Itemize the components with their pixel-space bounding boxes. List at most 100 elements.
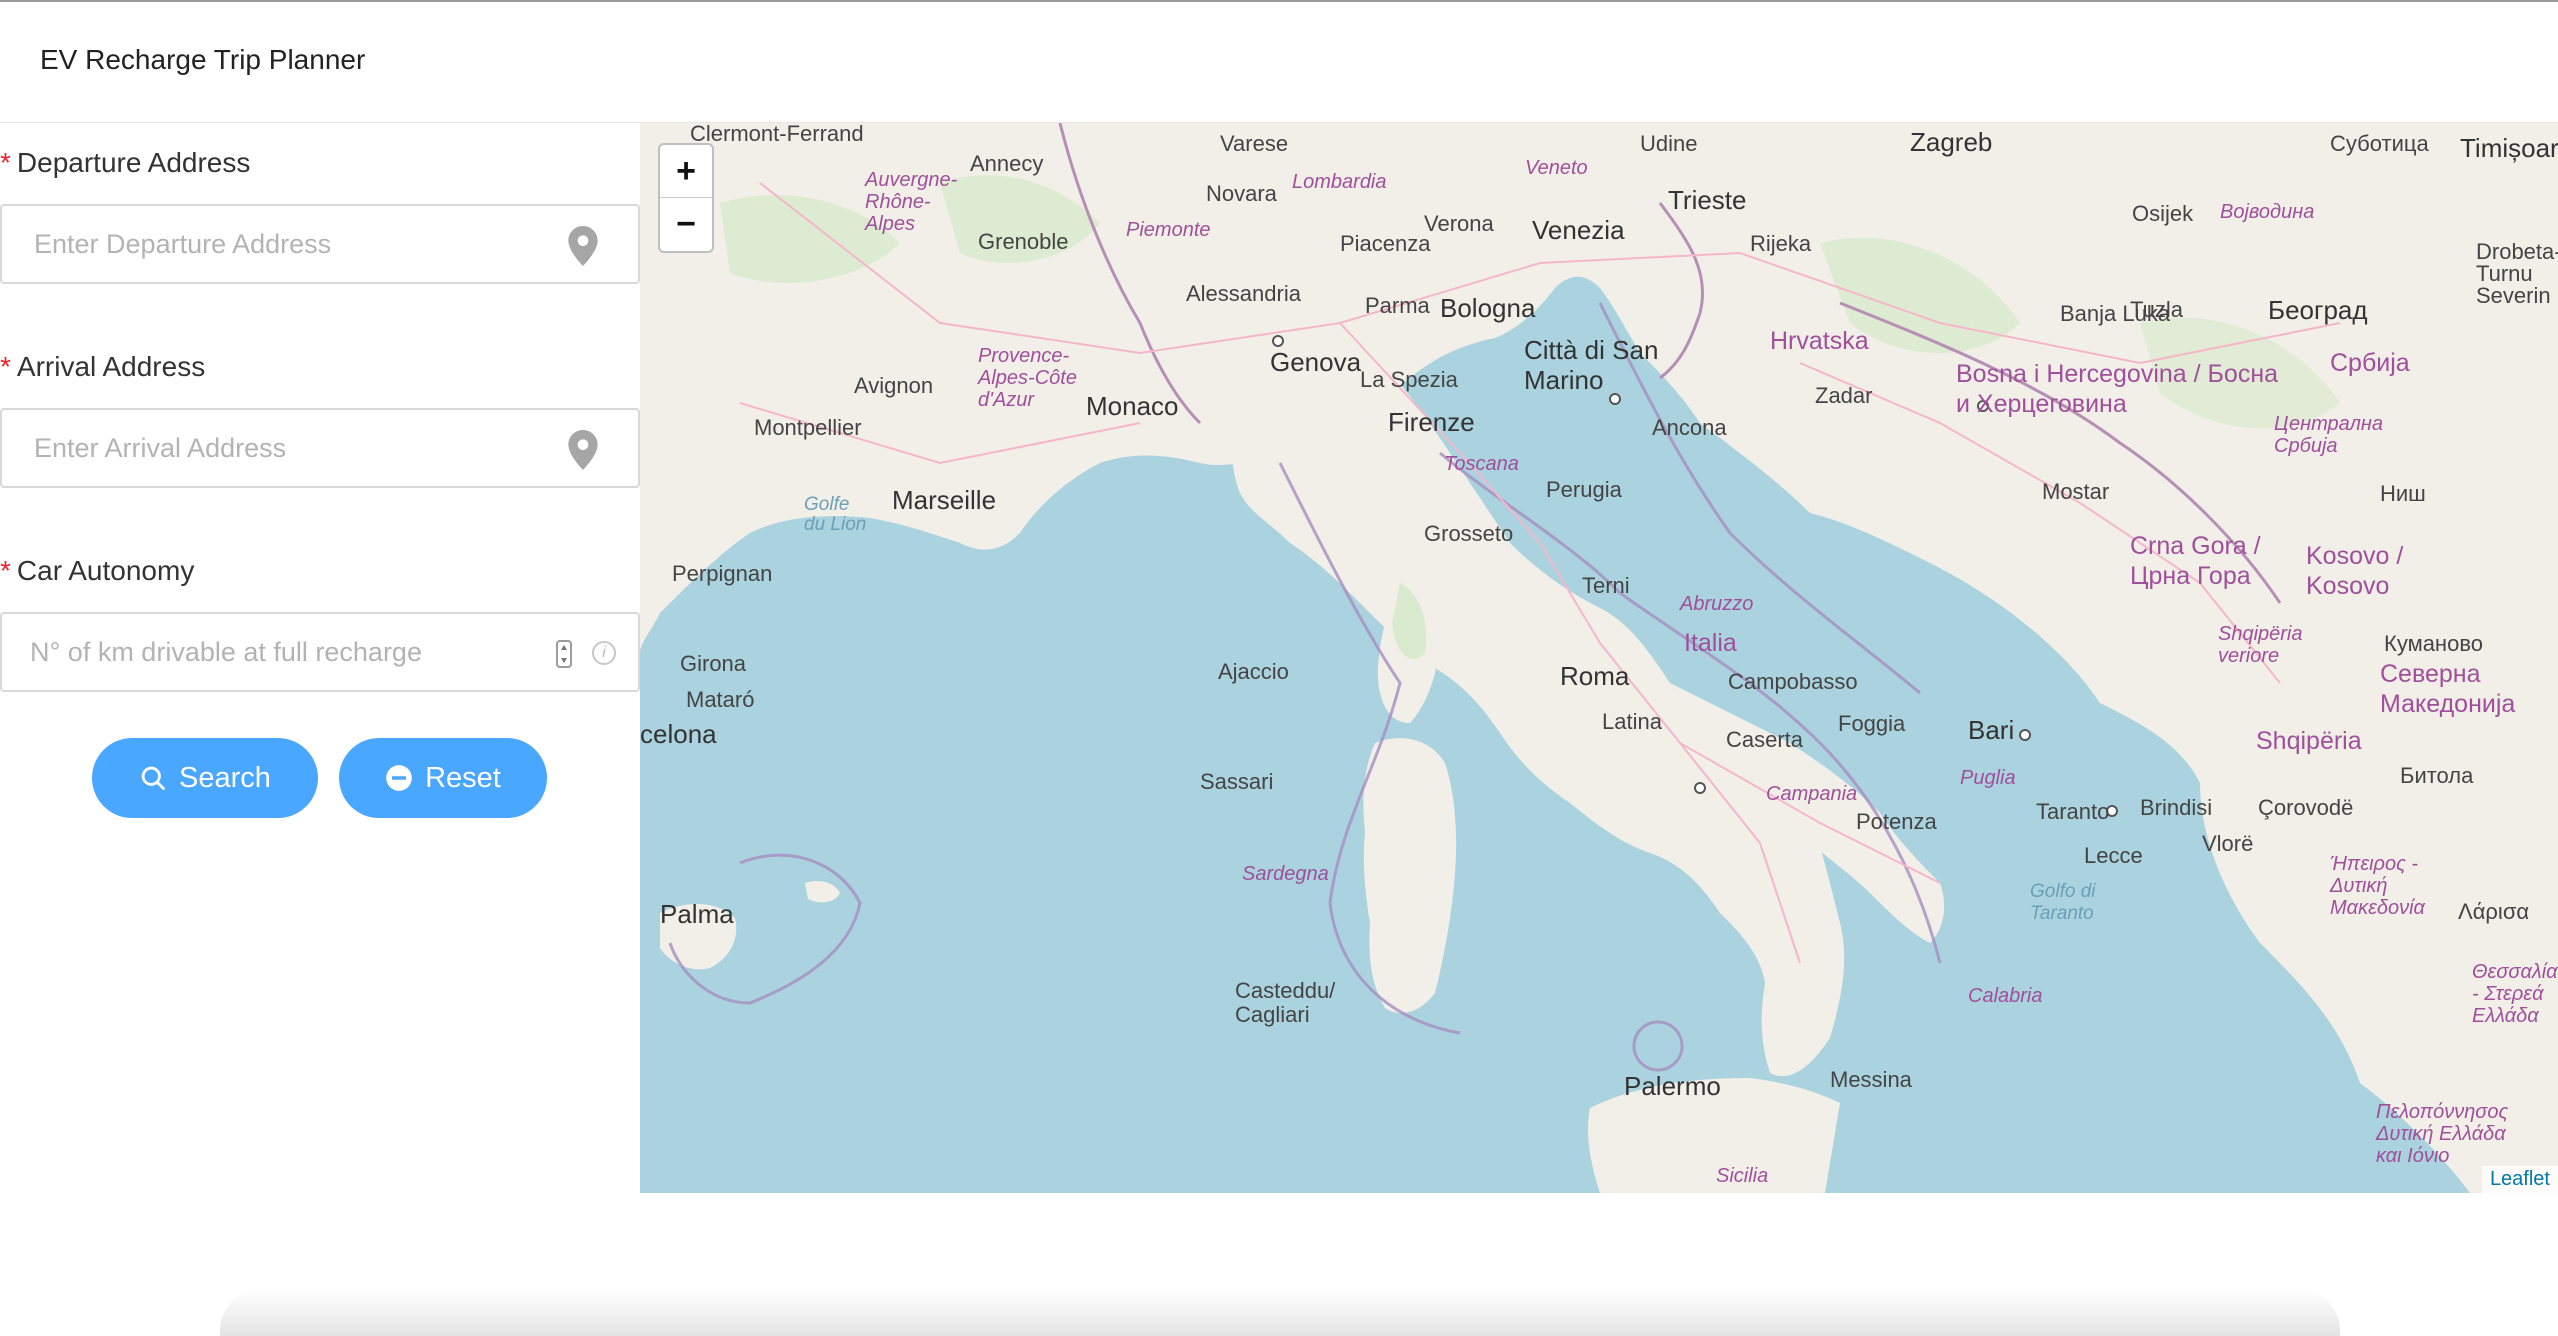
map-label: Drobeta-Turnu Severin <box>2476 239 2558 308</box>
map-label: Θεσσαλία - Στερεά Ελλάδα <box>2472 961 2558 1027</box>
zoom-in-button[interactable]: + <box>660 145 712 198</box>
map-label: Latina <box>1602 709 1662 734</box>
map-label: Hrvatska <box>1770 327 1869 355</box>
arrival-field[interactable] <box>0 408 640 488</box>
required-mark: * <box>0 555 11 586</box>
map-label: Palma <box>660 899 734 929</box>
map-label: Firenze <box>1388 407 1475 437</box>
map-label: Србија <box>2330 349 2410 377</box>
map-label: Куманово <box>2384 631 2483 656</box>
map-label: Shqipëria veriore <box>2218 623 2303 667</box>
map-label: Palermo <box>1624 1071 1721 1101</box>
map-label: Toscana <box>1444 453 1519 475</box>
map-label: Varese <box>1220 131 1289 156</box>
search-button[interactable]: Search <box>92 738 318 818</box>
map-label: Clermont-Ferrand <box>690 123 864 146</box>
map-label: Πελοπόννησος Δυτική Ελλάδα και Ιόνιο <box>2376 1101 2509 1167</box>
map-label: Vlorë <box>2202 831 2254 856</box>
search-button-label: Search <box>179 761 271 794</box>
map-label: Trieste <box>1668 185 1747 215</box>
map-label: Foggia <box>1838 711 1906 736</box>
map-label: Messina <box>1830 1067 1912 1092</box>
map-label: Caserta <box>1726 727 1804 752</box>
map-label: Kosovo / Kosovo <box>2306 542 2404 600</box>
required-mark: * <box>0 351 11 382</box>
map-label: Abruzzo <box>1680 593 1754 615</box>
map-label: Суботица <box>2330 131 2429 156</box>
map-label: Ήπειρος - Δυτική Μακεδονία <box>2330 853 2425 919</box>
map-label: Montpellier <box>754 415 862 440</box>
map-label: Provence-Alpes-Côte d'Azur <box>978 345 1077 411</box>
info-icon[interactable]: i <box>592 641 616 665</box>
map-label: Shqipëria <box>2256 727 2362 755</box>
map-label: Tuzla <box>2130 297 2183 322</box>
reset-button[interactable]: Reset <box>339 738 547 818</box>
map-label: Genova <box>1270 347 1362 377</box>
map-label: Monaco <box>1086 391 1179 421</box>
departure-field[interactable] <box>0 204 640 284</box>
map-label: Brindisi <box>2140 795 2213 820</box>
map-label: Campobasso <box>1728 669 1858 694</box>
app-header: EV Recharge Trip Planner <box>0 2 2558 123</box>
map-label: Grenoble <box>978 229 1069 254</box>
arrival-label: * Arrival Address <box>0 351 206 382</box>
map-label: Girona <box>680 651 747 676</box>
map-label: Italia <box>1684 629 1737 657</box>
map-label: Централна Србија <box>2274 413 2383 457</box>
map-label: Rijeka <box>1750 231 1812 256</box>
map-label: Calabria <box>1968 985 2043 1007</box>
autonomy-input[interactable] <box>30 614 530 690</box>
autonomy-label: * Car Autonomy <box>0 555 195 586</box>
map-label: Perpignan <box>672 561 773 586</box>
leaflet-attribution-link[interactable]: Leaflet <box>2481 1166 2558 1193</box>
arrival-input[interactable] <box>34 410 534 486</box>
autonomy-field[interactable]: i <box>0 612 640 692</box>
location-pin-icon[interactable] <box>566 430 600 470</box>
map-label: Auvergne-Rhône-Alpes <box>865 169 958 235</box>
map-label: Taranto <box>2036 799 2110 824</box>
map-label: Crna Gora / Црна Гора <box>2130 532 2261 590</box>
map-view[interactable]: Zagreb Суботица Timișoara Udine Varese A… <box>640 123 2558 1193</box>
map-label: Piemonte <box>1126 219 1211 241</box>
departure-input[interactable] <box>34 206 534 282</box>
map-label: Λάρισα <box>2458 899 2530 924</box>
map-label: Alessandria <box>1186 281 1301 306</box>
zoom-control: + − <box>658 143 714 253</box>
map-label: Битола <box>2400 763 2474 788</box>
minus-circle-icon <box>386 765 412 791</box>
number-stepper[interactable] <box>556 640 572 668</box>
map-label: Lombardia <box>1292 171 1387 193</box>
map-label: Београд <box>2268 295 2368 325</box>
map-label: Timișoara <box>2460 133 2558 163</box>
map-label: Puglia <box>1960 767 2016 789</box>
map-label: Sicilia <box>1716 1165 1769 1187</box>
map-label: Grosseto <box>1424 521 1514 546</box>
app-title: EV Recharge Trip Planner <box>40 44 366 75</box>
map-label: Zagreb <box>1910 127 1993 157</box>
map-label: Annecy <box>970 151 1044 176</box>
map-label: Avignon <box>854 373 934 398</box>
search-form: *Departure Address *Arrival Address *Car… <box>0 123 640 1193</box>
map-label: Verona <box>1424 211 1494 236</box>
map-label: Perugia <box>1546 477 1622 502</box>
map-label: Marseille <box>892 485 997 515</box>
zoom-out-button[interactable]: − <box>660 198 712 251</box>
map-label: Veneto <box>1525 157 1588 179</box>
map-label: Campania <box>1766 783 1858 805</box>
map-label: Casteddu/ Cagliari <box>1235 978 1336 1027</box>
map-label: La Spezia <box>1360 367 1458 392</box>
map-label: Venezia <box>1532 215 1625 245</box>
map-label: Ниш <box>2380 481 2426 506</box>
map-label: Çorovodë <box>2258 795 2354 820</box>
map-label: Sardegna <box>1242 863 1329 885</box>
bottom-panel-shadow <box>220 1290 2340 1336</box>
map-label: Golfe du Lion <box>804 494 867 535</box>
map-label: Golfo di Taranto <box>2030 881 2096 924</box>
map-label: Zadar <box>1815 383 1873 408</box>
map-label: Terni <box>1582 573 1630 598</box>
map-label: Sassari <box>1200 769 1274 794</box>
map-label: Novara <box>1206 181 1277 206</box>
location-pin-icon[interactable] <box>566 226 600 266</box>
required-mark: * <box>0 147 11 178</box>
map-label: Bologna <box>1440 293 1536 323</box>
